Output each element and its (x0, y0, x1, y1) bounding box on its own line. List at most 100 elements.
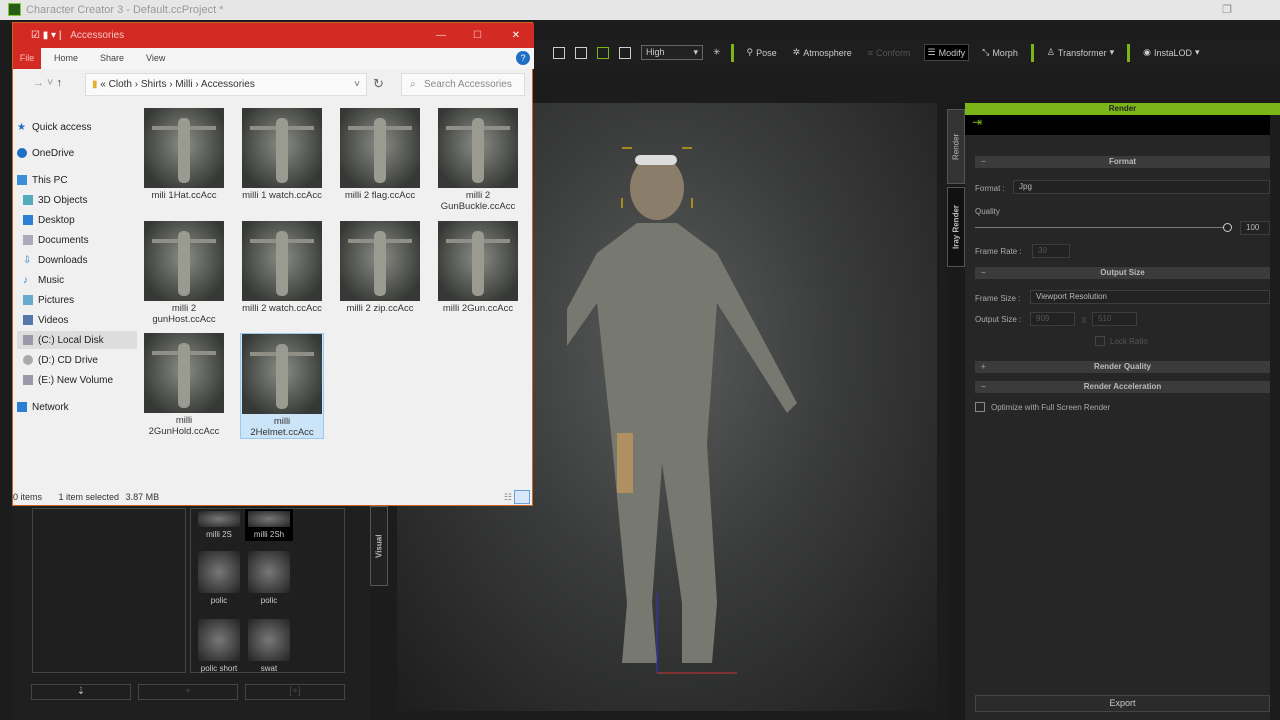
nav-music[interactable]: ♪ Music (23, 271, 143, 289)
nav-onedrive[interactable]: OneDrive (17, 144, 137, 162)
instalod-button[interactable]: ◉ InstaLOD ▾ (1140, 45, 1202, 60)
nav-downloads[interactable]: ⇩ Downloads (23, 251, 143, 269)
output-height-input[interactable]: 510 (1092, 312, 1137, 326)
library-tree (32, 508, 186, 673)
large-icons-view-icon[interactable] (514, 490, 530, 504)
details-view-icon[interactable]: ☷ (504, 488, 512, 506)
search-input[interactable]: ⌕ Search Accessories (401, 73, 525, 96)
character-model[interactable] (567, 143, 847, 683)
separator (730, 43, 734, 62)
navigation-pane: ★ Quick access OneDrive This PC 3D Object… (13, 113, 138, 413)
tab-view[interactable]: View (146, 53, 165, 63)
tab-iray-render[interactable]: Iray Render (947, 187, 965, 267)
library-item[interactable]: milli 2S (195, 511, 243, 539)
minimize-button[interactable]: — (436, 23, 446, 48)
help-icon[interactable]: ? (516, 51, 530, 65)
times-label: X (1081, 316, 1087, 325)
library-item[interactable]: polic short (195, 619, 243, 673)
library-grid: milli 2S milli 2Sh polic polic polic sho… (190, 508, 345, 673)
section-render-quality[interactable]: + Render Quality (975, 361, 1270, 373)
breadcrumb-item: Accessories (200, 79, 255, 90)
nav-pictures[interactable]: Pictures (23, 291, 143, 309)
tab-home[interactable]: Home (54, 53, 78, 63)
view-icon[interactable] (553, 46, 565, 59)
library-item[interactable]: milli 2Sh (245, 509, 293, 541)
selection-count: 1 item selected (58, 492, 120, 502)
search-icon: ⌕ (410, 79, 416, 90)
camera-icon[interactable] (597, 46, 609, 59)
frame-rate-label: Frame Rate : (975, 247, 1022, 256)
close-button[interactable]: ✕ (512, 23, 520, 48)
format-label: Format : (975, 184, 1005, 193)
file-item[interactable]: milli 2 gunHost.ccAcc (142, 221, 226, 325)
nav-arrows[interactable]: → ˅ ↑ (33, 77, 62, 89)
morph-button[interactable]: ⤡ Morph (979, 45, 1021, 60)
file-item-selected[interactable]: milli 2Helmet.ccAcc (240, 333, 324, 439)
nav-this-pc[interactable]: This PC (17, 171, 137, 189)
nav-desktop[interactable]: Desktop (23, 211, 143, 229)
file-item[interactable]: milli 2 zip.ccAcc (338, 221, 422, 314)
frame-rate-input[interactable]: 30 (1032, 244, 1070, 258)
maximize-icon[interactable]: ❐ (1222, 3, 1232, 16)
nav-new-volume[interactable]: (E:) New Volume (23, 371, 143, 389)
download-button[interactable]: ⇣ (31, 684, 131, 700)
nav-local-disk[interactable]: (C:) Local Disk (17, 331, 137, 349)
quality-slider[interactable] (975, 227, 1227, 228)
nav-network[interactable]: Network (17, 398, 137, 416)
tab-share[interactable]: Share (100, 53, 124, 63)
file-item[interactable]: milli 2 flag.ccAcc (338, 108, 422, 201)
selection-size: 3.87 MB (125, 492, 160, 502)
section-render-acceleration[interactable]: − Render Acceleration (975, 381, 1270, 393)
merge-button[interactable]: [+] (245, 684, 345, 700)
library-panel: milli 2S milli 2Sh polic polic polic sho… (12, 506, 388, 720)
optimize-label: Optimize with Full Screen Render (991, 403, 1111, 412)
tab-render[interactable]: Render (947, 109, 965, 184)
explorer-title-bar[interactable]: ☑ ▮ ▾ | Accessories — ☐ ✕ (13, 23, 534, 48)
pose-button[interactable]: ⚲ Pose (744, 45, 780, 60)
modify-button[interactable]: ☰ Modify (923, 44, 970, 61)
file-item[interactable]: mili 1Hat.ccAcc (142, 108, 226, 201)
transformer-button[interactable]: ♙ Transformer ▾ (1044, 45, 1117, 60)
file-item[interactable]: milli 1 watch.ccAcc (240, 108, 324, 201)
light-icon[interactable]: ✳ (713, 47, 721, 58)
add-button[interactable]: + (138, 684, 238, 700)
library-item[interactable]: polic (195, 551, 243, 605)
quick-access-icons[interactable]: ☑ ▮ ▾ | (31, 30, 61, 41)
quality-dropdown[interactable]: High ▾ (641, 45, 703, 60)
frame-size-dropdown[interactable]: Viewport Resolution (1030, 290, 1270, 304)
library-item[interactable]: polic (245, 551, 293, 605)
section-format[interactable]: − Format (975, 156, 1270, 168)
breadcrumb-item: Milli (175, 79, 193, 90)
zoom-extents-icon[interactable] (619, 46, 631, 59)
nav-cd-drive[interactable]: (D:) CD Drive (23, 351, 143, 369)
optimize-checkbox[interactable] (975, 402, 985, 412)
export-icon[interactable]: ⇥ (972, 115, 982, 129)
quality-slider-handle[interactable] (1223, 223, 1232, 232)
main-toolbar: High ▾ ✳ ⚲ Pose ✲ Atmosphere ≡ Conform ☰ … (533, 40, 1280, 65)
tab-file[interactable]: File (13, 48, 41, 69)
nav-3d-objects[interactable]: 3D Objects (23, 191, 143, 209)
format-dropdown[interactable]: Jpg (1013, 180, 1270, 194)
refresh-icon[interactable]: ↻ (373, 76, 384, 92)
nav-documents[interactable]: Documents (23, 231, 143, 249)
section-output-size[interactable]: − Output Size (975, 267, 1270, 279)
lock-ratio-checkbox[interactable] (1095, 336, 1105, 346)
conform-button[interactable]: ≡ Conform (865, 46, 914, 60)
tab-visual[interactable]: Visual (370, 506, 388, 586)
export-button[interactable]: Export (975, 695, 1270, 712)
file-item[interactable]: milli 2 watch.ccAcc (240, 221, 324, 314)
item-count: 0 items (13, 492, 43, 502)
file-item[interactable]: milli 2 GunBuckle.ccAcc (436, 108, 520, 212)
file-item[interactable]: milli 2GunHold.ccAcc (142, 333, 226, 437)
library-item[interactable]: swat (245, 619, 293, 673)
quality-input[interactable]: 100 (1240, 221, 1270, 235)
atmosphere-button[interactable]: ✲ Atmosphere (790, 45, 855, 60)
output-width-input[interactable]: 909 (1030, 312, 1075, 326)
nav-quick-access[interactable]: ★ Quick access (17, 118, 137, 136)
frame-icon[interactable] (575, 46, 587, 59)
maximize-button[interactable]: ☐ (473, 23, 482, 48)
address-bar[interactable]: ▮ « Cloth › Shirts › Milli › Accessories… (85, 73, 367, 96)
lock-ratio-label: Lock Ratio (1110, 337, 1148, 346)
file-item[interactable]: milli 2Gun.ccAcc (436, 221, 520, 314)
nav-videos[interactable]: Videos (23, 311, 143, 329)
